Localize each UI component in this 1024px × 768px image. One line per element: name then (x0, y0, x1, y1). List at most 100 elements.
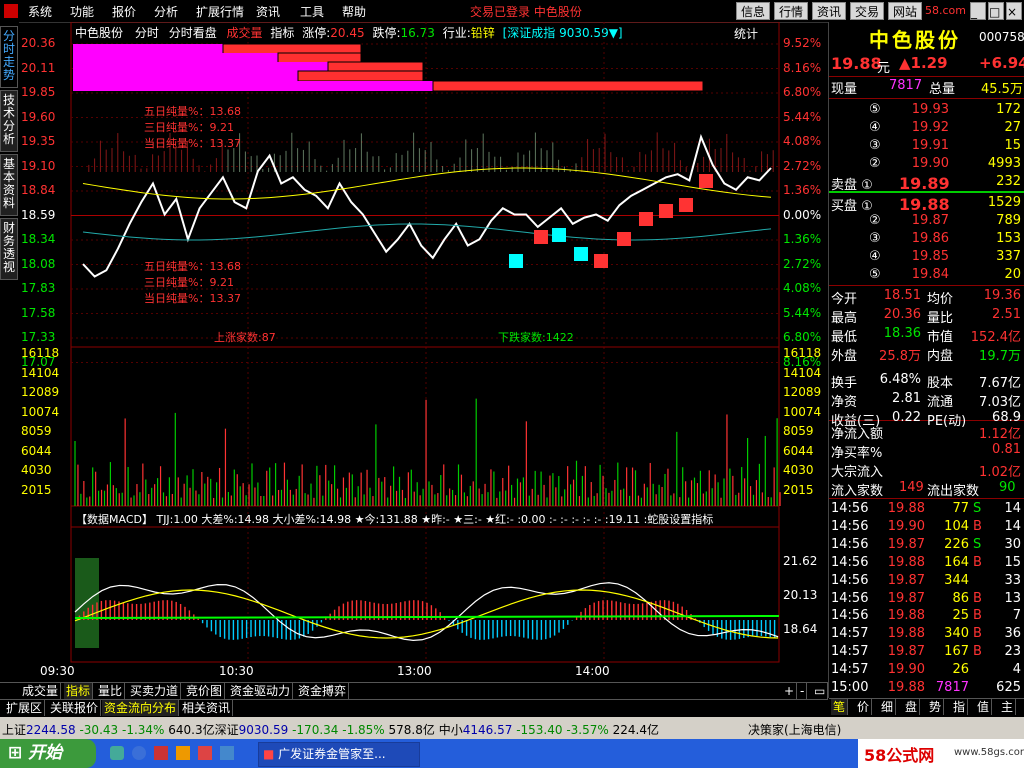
volume-tick: 16118 (783, 346, 822, 360)
maximize-button[interactable]: □ (988, 2, 1004, 20)
now-vol-label: 现量 (831, 82, 858, 97)
expand-icon[interactable]: ▭ (812, 683, 829, 699)
app-icon-4[interactable] (220, 746, 234, 760)
desktop-icon[interactable] (110, 746, 124, 760)
intraday-chart (70, 22, 781, 663)
volume-tick: 4030 (21, 463, 52, 477)
tick-price: 19.88 (887, 501, 925, 516)
website-button[interactable]: 网站 (888, 2, 923, 20)
quote-tab[interactable]: 盘 (903, 699, 921, 715)
time-0930: 09:30 (40, 664, 75, 678)
menu-analysis[interactable]: 分析 (154, 3, 178, 20)
start-button[interactable]: ⊞ 开始 (0, 739, 96, 768)
btab-auction[interactable]: 竞价图 (184, 683, 226, 699)
btab-capital-game[interactable]: 资金搏弈 (296, 683, 350, 699)
price-pct: +6.94 (979, 54, 1024, 72)
ask-level: ④ (869, 120, 881, 135)
ask-volume: 27 (1004, 120, 1021, 135)
btab-capital-flow[interactable]: 资金流向分布 (102, 700, 180, 716)
quote-tab[interactable]: 势 (927, 699, 945, 715)
quote-tab[interactable]: 细 (879, 699, 897, 715)
quote-tab[interactable]: 主 (999, 699, 1017, 715)
macd-tick: 21.62 (783, 554, 818, 568)
bid-price: 19.84 (911, 267, 949, 282)
quote-panel: 中色股份 000758 19.88 元 ▲1.29 +6.94 现量 7817 … (828, 22, 1024, 716)
btab-indicator[interactable]: 指标 (64, 683, 94, 699)
menu-tools[interactable]: 工具 (300, 3, 324, 20)
ask-price: 19.89 (899, 174, 950, 193)
up-count: 上涨家数:87 (214, 331, 276, 344)
ask-row: 卖盘 ① 19.89 232 (829, 174, 1024, 193)
zx-pct: -3.57% (566, 723, 609, 737)
taskbar-window[interactable]: ■ 广发证券金管家至... (258, 742, 420, 767)
tick-volume: 104 (944, 518, 969, 534)
tab-fundamentals[interactable]: 基本资料 (0, 154, 18, 216)
zx-change: -153.40 (516, 723, 563, 737)
app-icon-2[interactable] (176, 746, 190, 760)
zoom-out[interactable]: - (798, 683, 808, 699)
stat-row: 今开 18.51 均价 19.36 (829, 288, 1024, 307)
zoom-in[interactable]: + (782, 683, 798, 699)
tab-intraday[interactable]: 分时走势 (0, 26, 18, 88)
stat-label: 净资 (831, 395, 858, 410)
menu-extended[interactable]: 扩展行情 (196, 3, 244, 20)
tab-financials[interactable]: 财务透视 (0, 218, 18, 280)
stat-label: 最低 (831, 330, 858, 345)
info-button[interactable]: 信息 (736, 2, 771, 20)
minimize-button[interactable]: _ (970, 2, 986, 20)
ie-icon[interactable] (132, 746, 146, 760)
btab-volratio[interactable]: 量比 (96, 683, 126, 699)
menu-function[interactable]: 功能 (70, 3, 94, 20)
menu-news[interactable]: 资讯 (256, 3, 280, 20)
market-button[interactable]: 行情 (774, 2, 809, 20)
bid-level: ⑤ (869, 267, 881, 282)
order-bar (73, 62, 328, 72)
btab-buysell[interactable]: 买卖力道 (128, 683, 182, 699)
time-1400: 14:00 (575, 664, 610, 678)
stat-label: 今开 (831, 292, 858, 307)
stat-value: 18.36 (883, 326, 921, 341)
quote-tab[interactable]: 价 (855, 699, 873, 715)
tab-technical[interactable]: 技术分析 (0, 90, 18, 152)
quote-tab[interactable]: 值 (975, 699, 993, 715)
bottom-tabs-row2: 扩展区 关联报价 资金流向分布 相关资讯 (0, 699, 828, 717)
candle (639, 212, 653, 226)
tick-count: 4 (1012, 662, 1021, 678)
btab-extension[interactable]: 扩展区 (4, 700, 46, 716)
stat-label: 外盘 (831, 349, 858, 364)
bid-volume: 153 (996, 231, 1021, 246)
tick-row: 14:57 19.88 340 B 36 (829, 626, 1024, 645)
flow-value: 1.12亿 (979, 427, 1021, 442)
close-button[interactable]: × (1006, 2, 1022, 20)
sh-label: 上证 (2, 723, 27, 737)
btab-related-news[interactable]: 相关资讯 (180, 700, 234, 716)
flow-label: 净买率% (831, 446, 883, 461)
app-icon-1[interactable] (154, 746, 168, 760)
stat-row: 净资 2.81 流通 7.03亿 (829, 391, 1024, 410)
btab-volume[interactable]: 成交量 (20, 683, 62, 699)
volume-tick: 10074 (783, 404, 822, 419)
quote-tab[interactable]: 指 (951, 699, 969, 715)
volume-tick: 10074 (21, 404, 60, 419)
quote-tab[interactable]: 笔 (831, 699, 849, 715)
bid-price: 19.85 (911, 249, 949, 264)
sz-pct: -1.85% (342, 723, 385, 737)
stat-value: 20.36 (883, 307, 921, 322)
btab-capital-drive[interactable]: 资金驱动力 (228, 683, 294, 699)
menu-system[interactable]: 系统 (28, 3, 52, 20)
ask-level: ② (869, 156, 881, 171)
sz-label: 深证 (214, 723, 239, 737)
menu-help[interactable]: 帮助 (342, 3, 366, 20)
btab-related-quotes[interactable]: 关联报价 (48, 700, 102, 716)
tick-time: 14:56 (831, 590, 869, 606)
macd-tick: 20.13 (783, 588, 818, 602)
menu-quote[interactable]: 报价 (112, 3, 136, 20)
watermark: 58.com (925, 4, 966, 17)
bid-row: ② 19.87 789 (829, 213, 1024, 232)
stat-value: 152.4亿 (970, 330, 1021, 345)
trade-button[interactable]: 交易 (850, 2, 885, 20)
news-button[interactable]: 资讯 (812, 2, 847, 20)
ask-volume: 172 (996, 102, 1021, 117)
app-icon-3[interactable] (198, 746, 212, 760)
flow-count-row: 流入家数 149 流出家数 90 (829, 480, 1024, 499)
